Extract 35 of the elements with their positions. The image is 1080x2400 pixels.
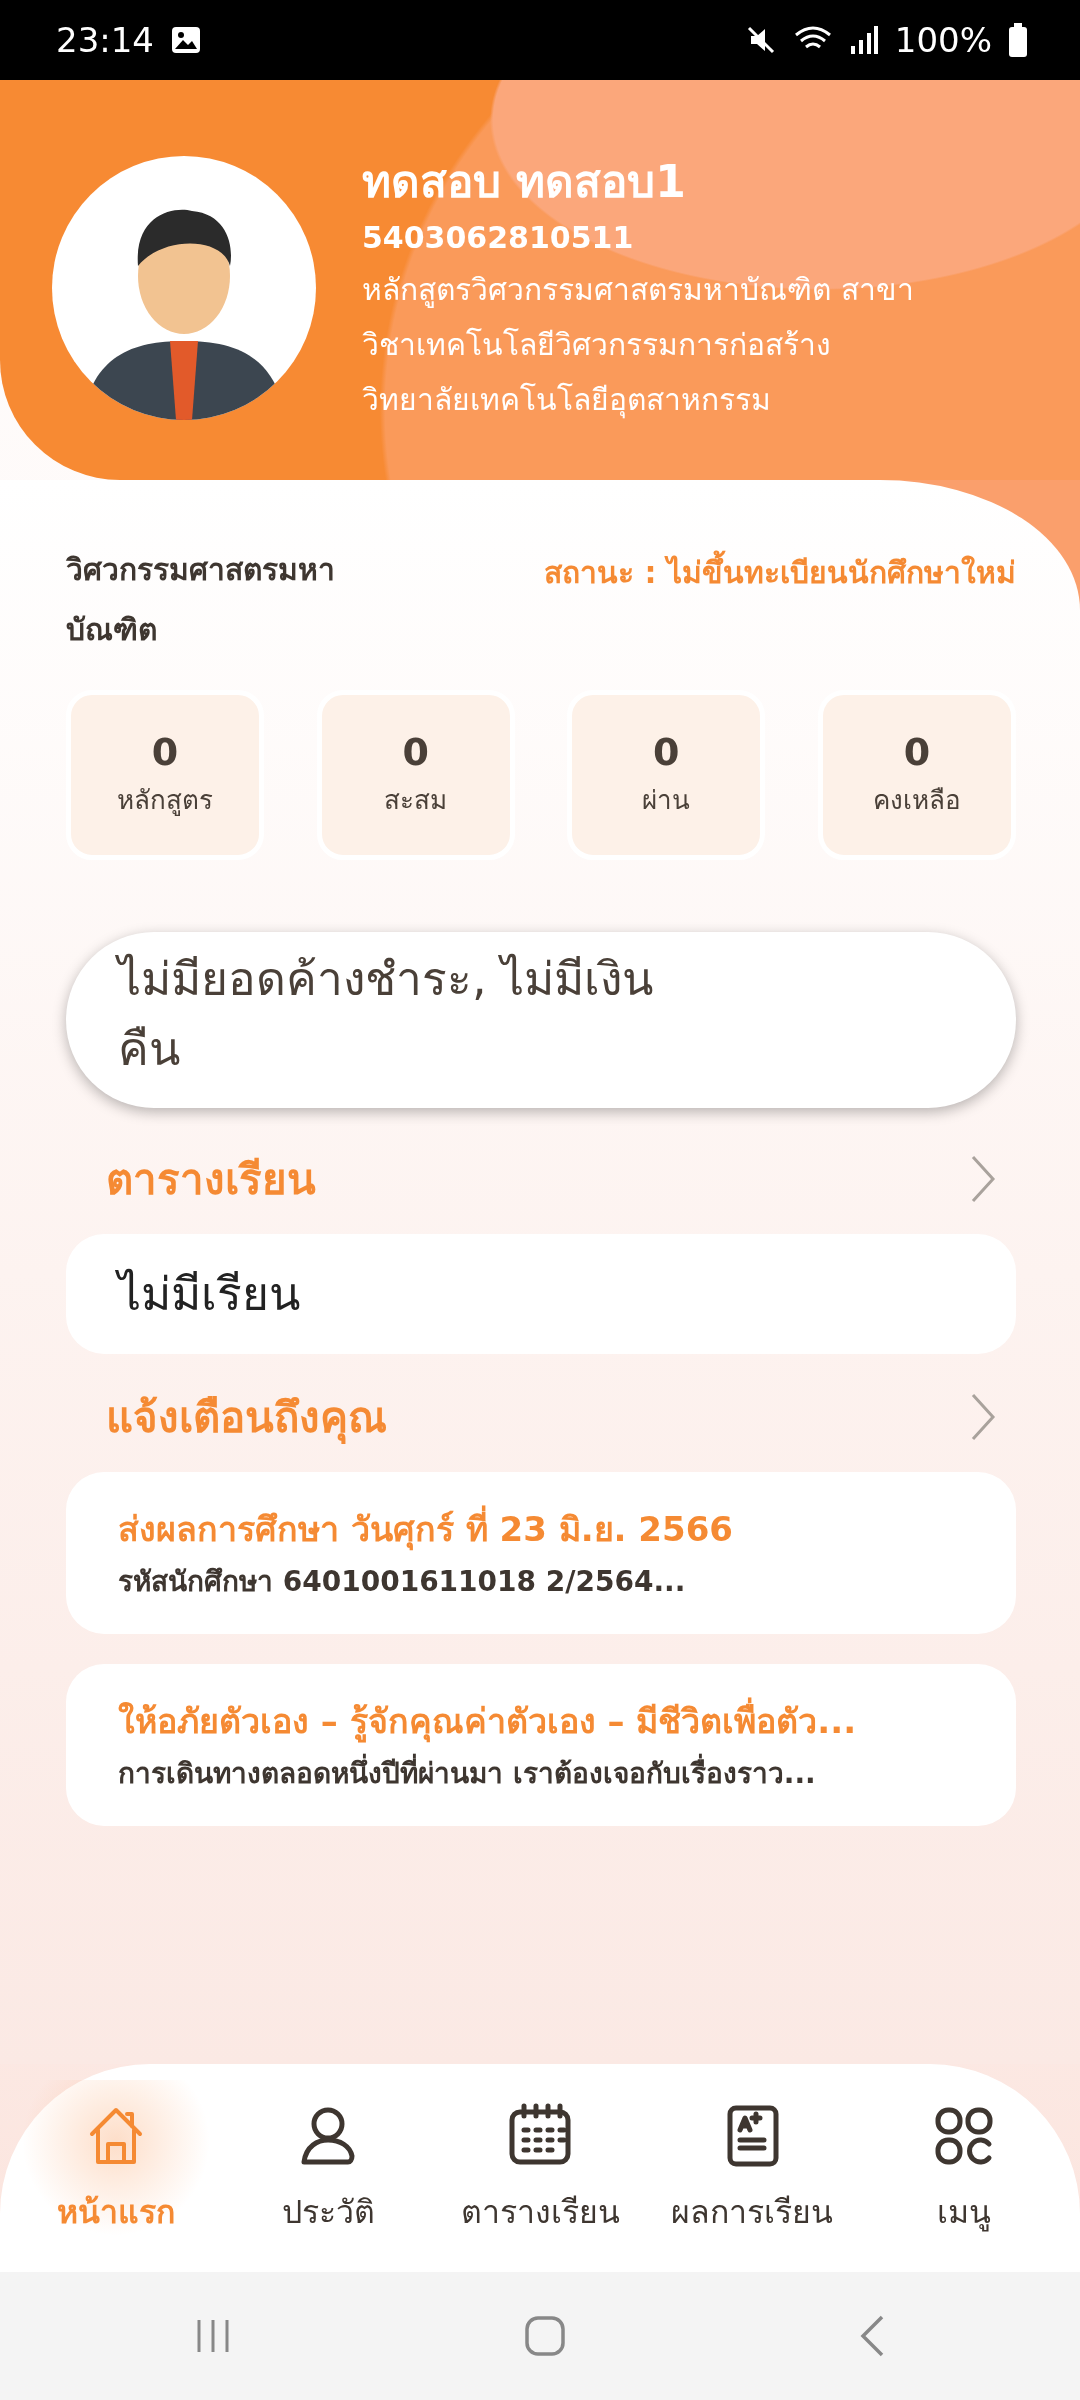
program-text: วิชาเทคโนโลยีวิศวกรรมการก่อสร้าง (362, 325, 832, 364)
nav-tab[interactable]: ตารางเรียน (434, 2080, 646, 2256)
battery-icon (1008, 23, 1028, 57)
stat-label: สะสม (384, 784, 448, 818)
chevron-right-icon[interactable] (970, 1392, 996, 1442)
nav-tab[interactable]: ผลการเรียน (646, 2080, 858, 2256)
nav-tab[interactable]: ประวัติ (222, 2080, 434, 2256)
image-icon (170, 24, 202, 56)
program-text: วิทยาลัยเทคโนโลยีอุตสาหกรรม (362, 380, 772, 421)
battery-percent: 100% (894, 18, 992, 62)
registration-status: สถานะ : ไม่ขึ้นทะเบียนนักศึกษาใหม่ (544, 550, 1016, 595)
stat-value: 0 (653, 729, 680, 776)
program-text: หลักสูตรวิศวกรรมศาสตรมหาบัณฑิต สาขา (362, 270, 914, 310)
nav-tab[interactable]: เมนู (858, 2080, 1070, 2256)
notification-title: ให้อภัยตัวเอง – รู้จักคุณค่าตัวเอง – มีชีวิตเพื่อตัว... (118, 1695, 964, 1747)
student-name: ทดสอบ ทดสอบ1 (362, 156, 687, 209)
degree-name: วิศวกรรมศาสตรมหา บัณฑิต (66, 551, 335, 649)
notification-card[interactable]: ให้อภัยตัวเอง – รู้จักคุณค่าตัวเอง – มีชีวิตเพื่อตัว... การเดินทางตลอดหนึ่งปีที่ผ่านมา เราต้องเจอกับเรื่องราว... (66, 1664, 1016, 1826)
notification-card[interactable]: ส่งผลการศึกษา วันศุกร์ ที่ 23 มิ.ย. 2566 รหัสนักศึกษา 6401001611018 2/2564... (66, 1472, 1016, 1634)
stat-value: 0 (151, 729, 179, 776)
stat-label: คงเหลือ (872, 784, 961, 818)
notification-body: การเดินทางตลอดหนึ่งปีที่ผ่านมา เราต้องเจอกับเรื่องราว... (118, 1752, 964, 1795)
section-title: แจ้งเตือนถึงคุณ (106, 1391, 387, 1446)
home-button-icon[interactable] (523, 2314, 567, 2358)
signal-icon (848, 24, 879, 56)
stat-label: หลักสูตร (117, 784, 213, 818)
stat-label: ผ่าน (642, 784, 691, 818)
notification-title: ส่งผลการศึกษา วันศุกร์ ที่ 23 มิ.ย. 2566 (118, 1503, 964, 1555)
stat-value: 0 (903, 729, 931, 776)
clock-time: 23:14 (56, 18, 154, 62)
chevron-right-icon[interactable] (970, 1154, 996, 1204)
section-title: ตารางเรียน (106, 1153, 316, 1206)
stat-value: 0 (402, 729, 429, 776)
notification-body: รหัสนักศึกษา 6401001611018 2/2564... (118, 1563, 687, 1600)
student-id: 5403062810511 (362, 218, 635, 257)
